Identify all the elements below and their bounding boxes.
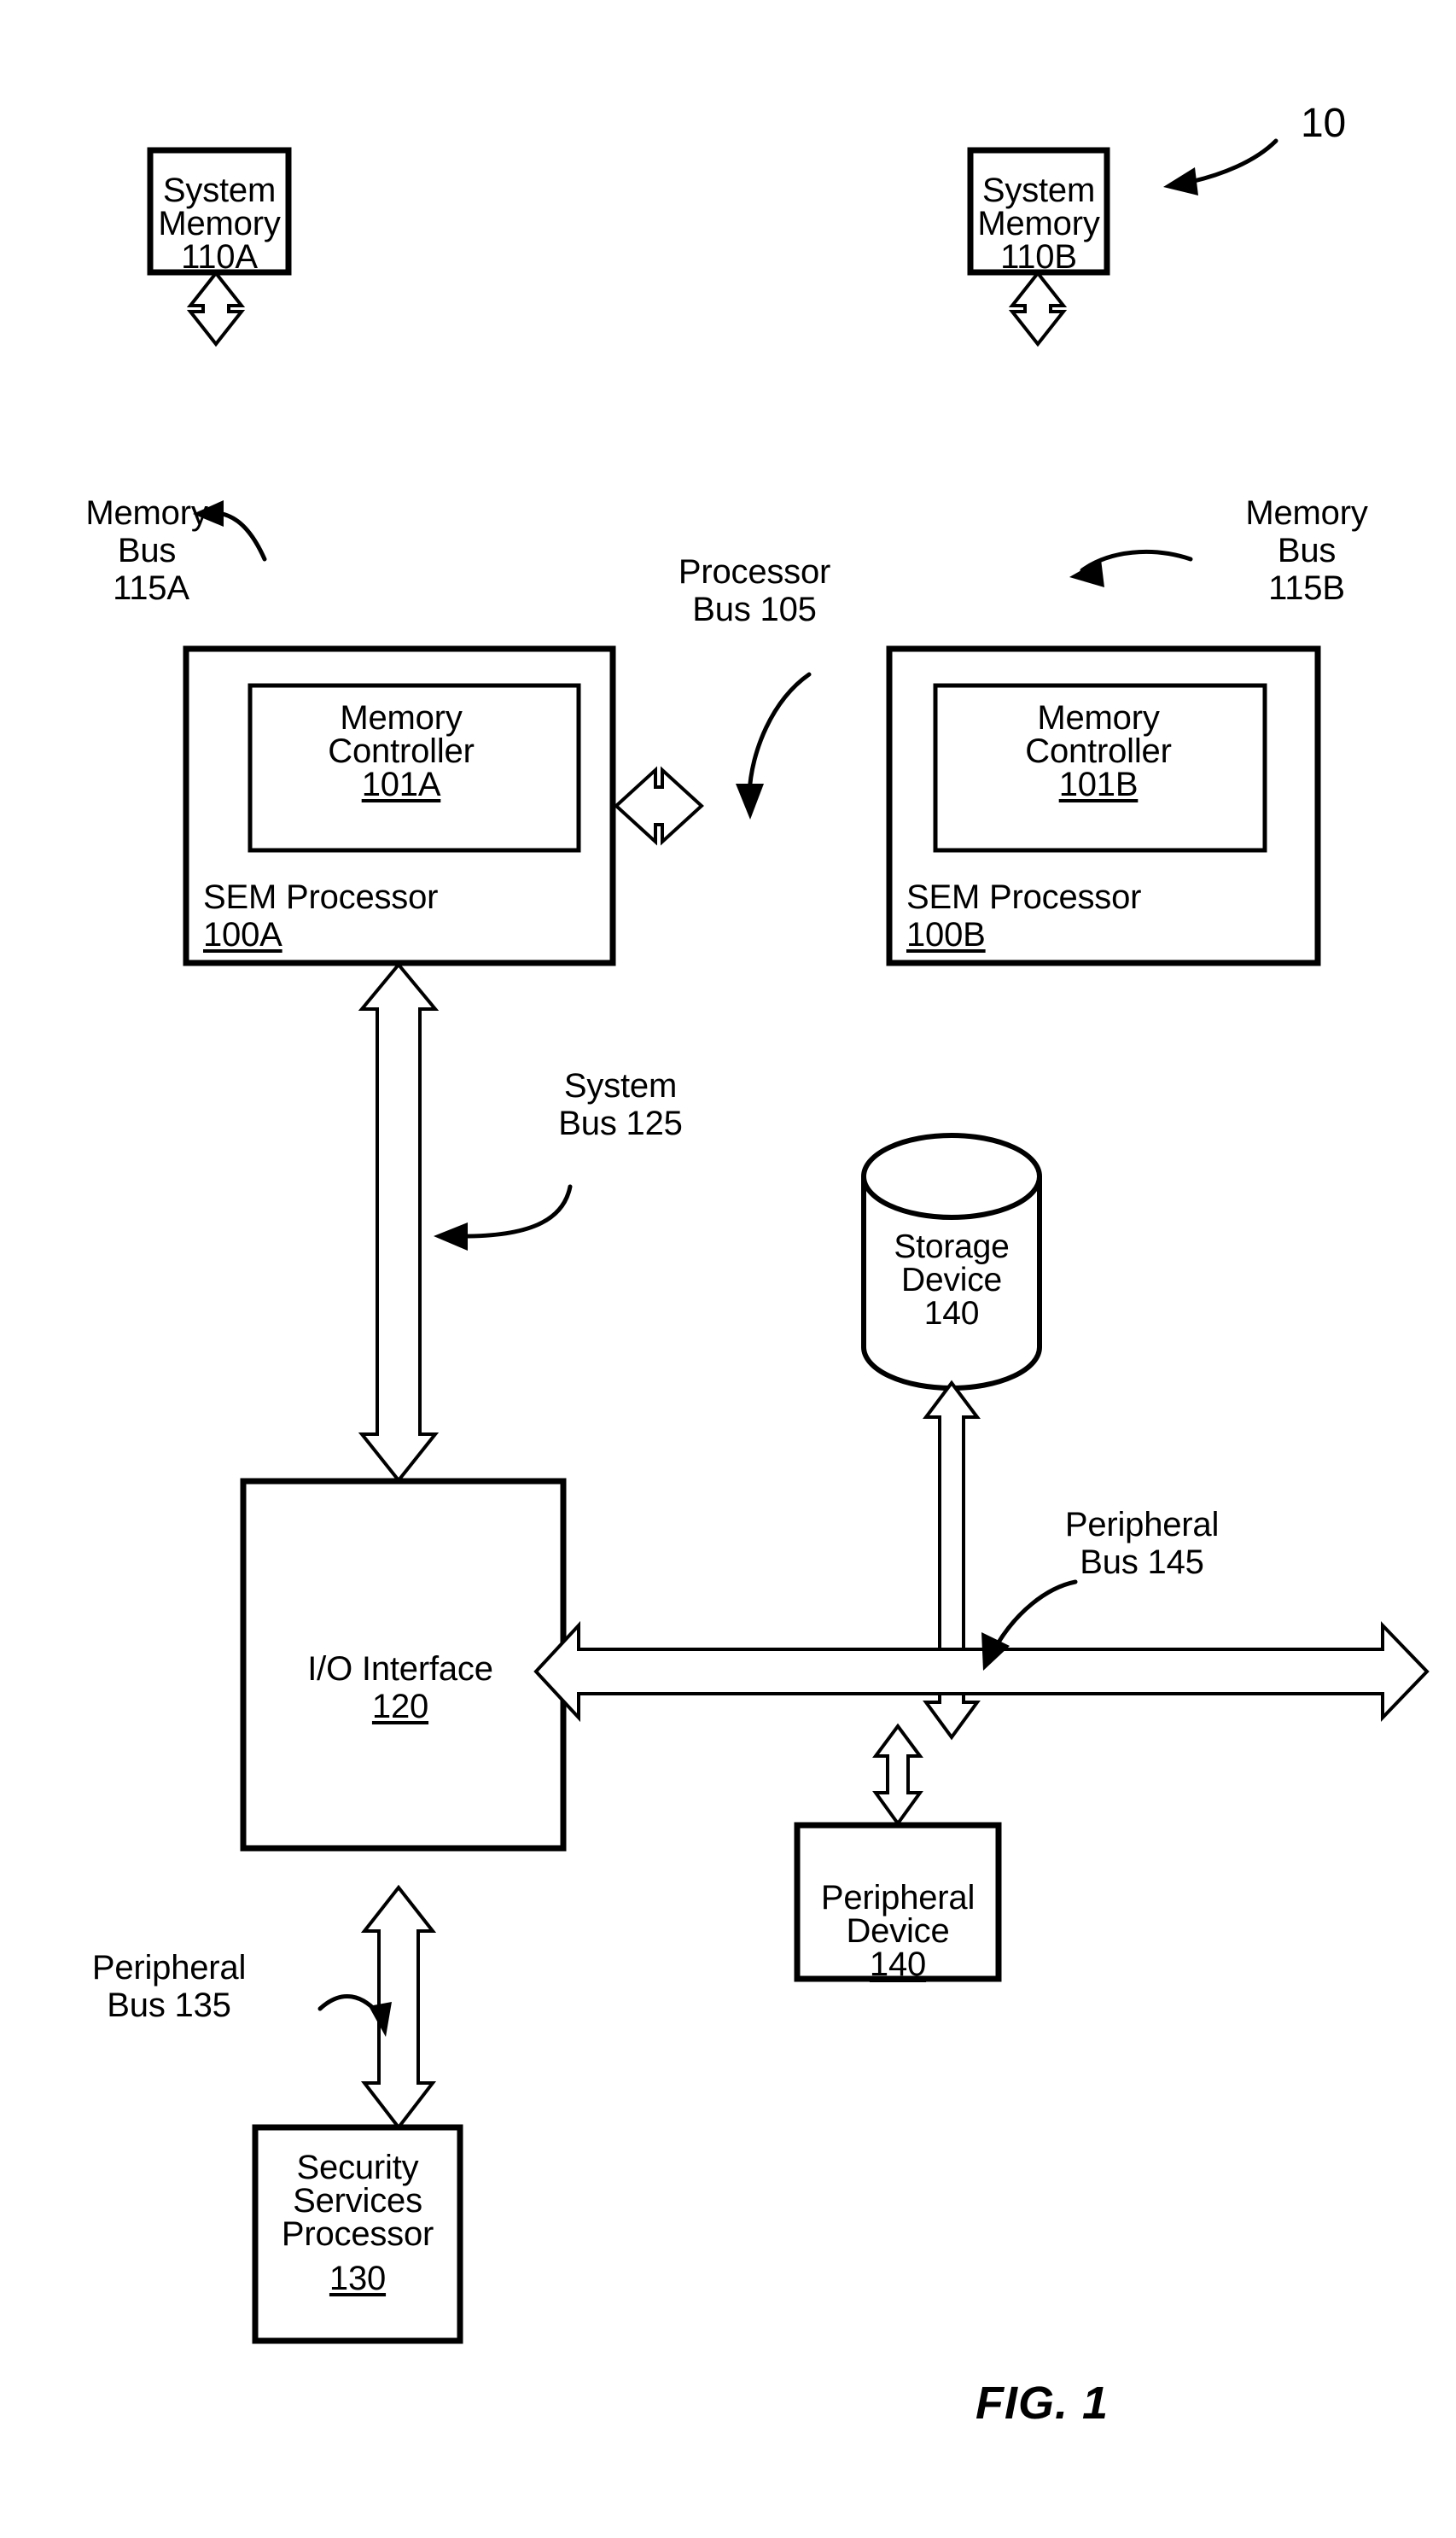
figure-caption: FIG. 1 — [975, 2378, 1109, 2429]
memory-controller-b-ref: 101B — [1058, 766, 1139, 803]
system-bus-arrow — [358, 961, 440, 1484]
sem-processor-b-ref: 100B — [906, 916, 986, 954]
storage-device-ref: 140 — [923, 1295, 980, 1332]
sem-processor-b-label: SEM Processor — [906, 878, 1142, 916]
peripheral-bus-145-line1: Peripheral — [1064, 1506, 1220, 1543]
security-processor-line3: Processor — [281, 2215, 434, 2253]
memory-bus-b-line1: Memory — [1245, 494, 1368, 532]
memory-controller-a-ref: 101A — [361, 766, 441, 803]
peripheral-bus-145-arrow — [533, 1620, 1430, 1723]
processor-bus-arrow — [614, 766, 704, 846]
system-bus-line1: System — [563, 1067, 678, 1105]
memory-bus-a-line2: Bus — [117, 532, 177, 569]
figure-vector-layer — [147, 138, 1430, 2344]
processor-bus-line1: Processor — [678, 553, 831, 591]
system-reference-leader — [1163, 138, 1278, 195]
security-processor-ref: 130 — [329, 2260, 387, 2297]
memory-bus-b-line3: 115B — [1268, 569, 1345, 607]
peripheral-device-connector-arrow — [872, 1723, 923, 1827]
peripheral-device-ref: 140 — [869, 1946, 927, 1983]
patent-figure-page: 10 System Memory 110A System Memory 110B… — [0, 0, 1456, 2538]
memory-bus-b-leader — [1069, 550, 1193, 587]
memory-bus-a-line1: Memory — [85, 494, 208, 532]
system-reference-number: 10 — [1301, 101, 1346, 146]
peripheral-bus-145-line2: Bus 145 — [1080, 1543, 1204, 1581]
sem-processor-a-label: SEM Processor — [203, 878, 439, 916]
io-interface-ref: 120 — [371, 1688, 429, 1725]
memory-bus-b-line2: Bus — [1277, 532, 1337, 569]
peripheral-bus-135-line2: Bus 135 — [107, 1987, 231, 2024]
memory-bus-b-arrow — [1008, 270, 1068, 347]
processor-bus-leader — [736, 672, 812, 820]
sem-processor-a-ref: 100A — [203, 916, 282, 954]
system-memory-b-ref: 110B — [1000, 238, 1077, 276]
io-interface-label: I/O Interface — [307, 1650, 493, 1688]
memory-bus-a-arrow — [186, 270, 246, 347]
system-memory-a-ref: 110A — [181, 238, 258, 276]
processor-bus-line2: Bus 105 — [692, 591, 817, 628]
system-bus-leader — [434, 1184, 573, 1251]
peripheral-bus-135-line1: Peripheral — [91, 1949, 247, 1987]
system-bus-line2: Bus 125 — [558, 1105, 683, 1142]
memory-bus-a-line3: 115A — [113, 569, 189, 607]
